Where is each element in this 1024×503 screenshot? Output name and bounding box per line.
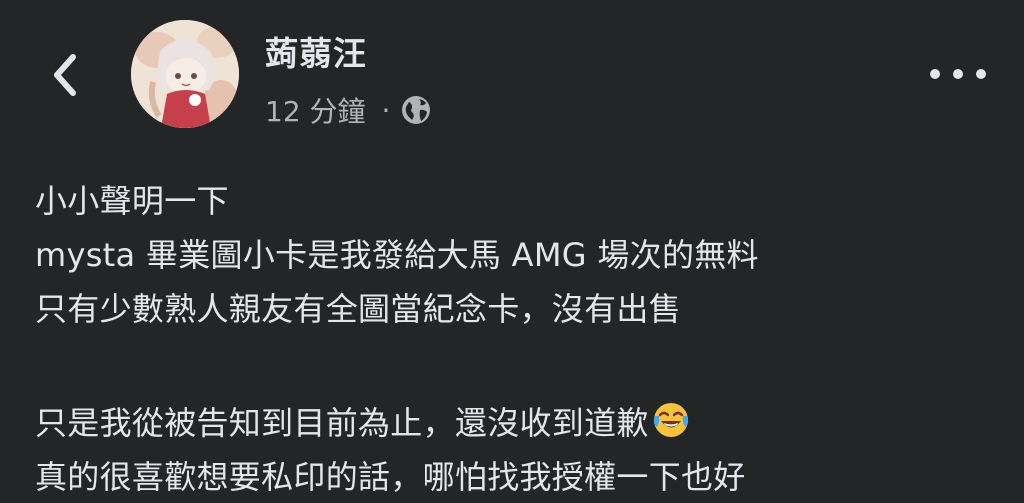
- post-screen: 蒟蒻汪 12 分鐘 · 小小聲明一下 mysta 畢業圖小卡是我發給大馬 AMG…: [0, 0, 1024, 503]
- avatar[interactable]: [131, 20, 239, 128]
- author-name[interactable]: 蒟蒻汪: [265, 32, 367, 76]
- post-text: 小小聲明一下 mysta 畢業圖小卡是我發給大馬 AMG 場次的無料 只有少數熟…: [35, 174, 1015, 503]
- post-line-5-text: 只是我從被告知到目前為止，還沒收到道歉: [35, 404, 649, 442]
- meta-separator: ·: [381, 93, 391, 127]
- post-line-2: mysta 畢業圖小卡是我發給大馬 AMG 場次的無料: [35, 236, 759, 274]
- more-dot: [930, 69, 940, 79]
- back-button[interactable]: [40, 50, 90, 100]
- avatar-illustration: [131, 20, 239, 128]
- chevron-left-icon: [54, 54, 76, 96]
- more-dot: [976, 69, 986, 79]
- globe-icon: [402, 96, 431, 124]
- post-line-1: 小小聲明一下: [35, 182, 229, 220]
- post-line-5: 只是我從被告知到目前為止，還沒收到道歉: [35, 396, 1015, 450]
- more-options-button[interactable]: [930, 56, 986, 92]
- post-line-3: 只有少數熟人親友有全圖當紀念卡，沒有出售: [35, 290, 682, 328]
- tears-of-joy-emoji-icon: [651, 400, 691, 456]
- post-meta: 12 分鐘 ·: [265, 90, 432, 130]
- more-dot: [953, 69, 963, 79]
- post-line-6: 真的很喜歡想要私印的話，哪怕找我授權一下也好: [35, 458, 746, 496]
- post-timestamp[interactable]: 12 分鐘: [265, 90, 366, 130]
